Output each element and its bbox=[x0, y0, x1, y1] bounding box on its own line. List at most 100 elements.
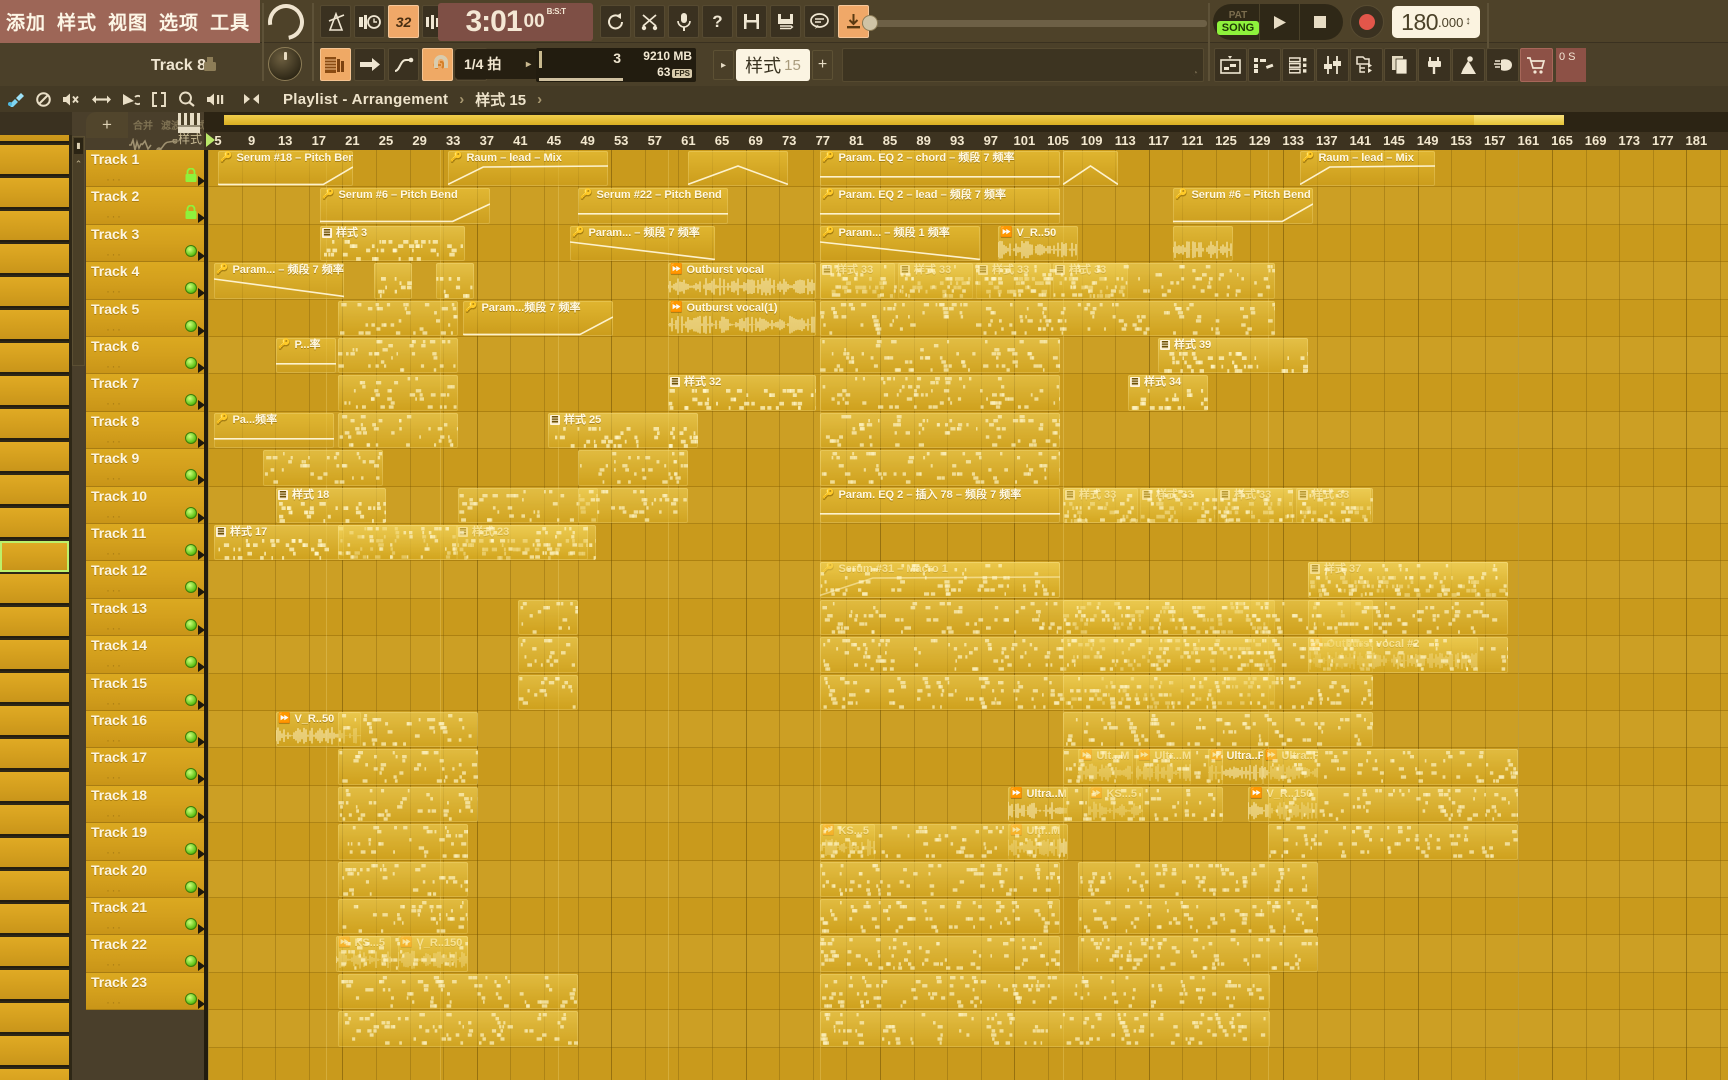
arrangement-clip[interactable]: 🔑 Pa...频率 bbox=[214, 412, 334, 449]
arrangement-clip[interactable] bbox=[1063, 674, 1373, 710]
color-strip-item[interactable] bbox=[0, 1003, 69, 1034]
arrangement-clip[interactable] bbox=[820, 300, 1275, 336]
arrangement-clip[interactable] bbox=[1268, 824, 1518, 860]
color-strip-item[interactable] bbox=[0, 1069, 69, 1080]
channel-rack-button[interactable] bbox=[1282, 48, 1315, 82]
save-as-button[interactable] bbox=[770, 5, 801, 38]
help-button[interactable]: ? bbox=[702, 5, 733, 38]
color-strip-item[interactable] bbox=[0, 211, 69, 242]
color-strip-item[interactable] bbox=[0, 475, 69, 506]
comment-button[interactable] bbox=[804, 5, 835, 38]
arrangement-clip[interactable] bbox=[1063, 151, 1118, 187]
shop-button[interactable] bbox=[1520, 48, 1553, 82]
time-display[interactable]: 3:01 00 B:S:T bbox=[438, 3, 593, 41]
arrangement-clip[interactable] bbox=[338, 824, 468, 860]
pattern-song-toggle[interactable]: PAT SONG bbox=[1217, 10, 1259, 35]
slice-tool-icon[interactable] bbox=[122, 92, 140, 107]
arrangement-clip[interactable] bbox=[458, 487, 598, 523]
arrangement-clip[interactable] bbox=[338, 786, 478, 823]
tempo-field[interactable]: 180 .000 ↕ bbox=[1392, 6, 1480, 38]
arrangement-clip[interactable] bbox=[1063, 712, 1373, 748]
save-button[interactable] bbox=[736, 5, 767, 38]
arrangement-clip[interactable] bbox=[338, 899, 468, 935]
color-strip-item[interactable] bbox=[0, 673, 69, 704]
plugin-picker-button[interactable] bbox=[1418, 48, 1451, 82]
track-header[interactable]: Track 21 ··· bbox=[86, 898, 204, 936]
track-header[interactable]: Track 8 ··· bbox=[86, 411, 204, 450]
mute-tool-icon[interactable] bbox=[62, 92, 81, 107]
playlist-window-button[interactable] bbox=[1214, 48, 1247, 82]
arrangement-clip[interactable] bbox=[820, 450, 1060, 486]
arrangement-clip[interactable] bbox=[436, 263, 474, 299]
track-lock-icon[interactable] bbox=[184, 167, 198, 183]
arrangement-clip[interactable]: ☰ 样式 17 bbox=[214, 525, 344, 561]
arrangement-clip[interactable] bbox=[820, 1011, 1270, 1047]
menu-item-add[interactable]: 添加 bbox=[6, 8, 46, 35]
color-strip-item[interactable] bbox=[0, 640, 69, 671]
arrangement-clip[interactable] bbox=[1078, 899, 1318, 935]
snap-arrow[interactable]: ▸ bbox=[526, 59, 531, 70]
track-header[interactable]: Track 17 ··· bbox=[86, 748, 204, 786]
arrangement-clip[interactable] bbox=[1268, 786, 1518, 823]
arrangement-clip[interactable]: 🔑 Raum – lead – Mix bbox=[1300, 151, 1435, 187]
pattern-prev-button[interactable]: ▸ bbox=[713, 50, 734, 80]
arrangement-clip[interactable] bbox=[1078, 936, 1318, 972]
zoom-tool-icon[interactable] bbox=[178, 91, 195, 107]
playlist-menu-icon[interactable] bbox=[243, 92, 260, 106]
arrangement-clip[interactable] bbox=[1078, 861, 1318, 897]
arrangement-clip[interactable] bbox=[688, 151, 788, 187]
timeline-ruler[interactable]: 5 9 13 17 21 25 29 33 37 41 45 49 53 57 61 65 69 73 77 81 85… bbox=[204, 132, 1728, 150]
arrangement-clip[interactable] bbox=[820, 263, 1275, 299]
timeline-selection-range-2[interactable] bbox=[1474, 115, 1564, 125]
color-strip-item[interactable] bbox=[0, 904, 69, 935]
arrangement-grid[interactable]: 🔑 Serum #18 – Pitch Bend 🔑 Raum – lead – Mi… bbox=[208, 150, 1728, 1080]
microphone-button[interactable] bbox=[668, 5, 699, 38]
arrangement-clip[interactable] bbox=[1308, 637, 1508, 673]
arrangement-clip[interactable] bbox=[338, 1011, 578, 1047]
color-strip-item[interactable] bbox=[0, 607, 69, 638]
color-strip-item[interactable] bbox=[0, 1036, 69, 1067]
menu-item-view[interactable]: 视图 bbox=[108, 8, 148, 35]
piano-roll-button[interactable] bbox=[320, 48, 351, 81]
arrangement-clip[interactable]: 🔑 Serum #22 – Pitch Bend bbox=[578, 188, 728, 224]
track-enable-led[interactable] bbox=[185, 581, 197, 594]
step-sequencer-button[interactable] bbox=[354, 48, 385, 81]
track-header[interactable]: Track 22 ··· bbox=[86, 935, 204, 973]
arrangement-clip[interactable] bbox=[338, 412, 458, 449]
color-strip-item[interactable] bbox=[0, 772, 69, 803]
arrangement-clip[interactable] bbox=[338, 712, 478, 748]
slip-tool-icon[interactable] bbox=[92, 93, 111, 106]
arrangement-clip[interactable] bbox=[1173, 225, 1233, 262]
metronome-button[interactable] bbox=[320, 5, 351, 38]
cut-tool-button[interactable] bbox=[634, 5, 665, 38]
color-strip-item[interactable] bbox=[0, 574, 69, 605]
pattern-info-field[interactable]: ◔ bbox=[842, 48, 1204, 82]
select-tool-icon[interactable] bbox=[151, 91, 167, 107]
track-header[interactable]: Track 16 ··· bbox=[86, 711, 204, 749]
track-header[interactable]: Track 2 ··· bbox=[86, 187, 204, 225]
arrangement-clip[interactable]: ⏩ Ultra..M bbox=[1008, 786, 1068, 823]
arrangement-clip[interactable]: 🔑 Param... – 频段 1 频率 bbox=[820, 225, 980, 262]
track-header[interactable]: Track 11 ··· bbox=[86, 524, 204, 562]
arrangement-clip[interactable]: ⏩ V_R..50 bbox=[998, 225, 1078, 262]
track-header[interactable]: Track 4 ··· bbox=[86, 262, 204, 300]
track-enable-led[interactable] bbox=[185, 506, 197, 519]
arrangement-clip[interactable] bbox=[1063, 786, 1223, 823]
master-pitch-slider[interactable] bbox=[862, 15, 1207, 31]
stop-button[interactable] bbox=[1299, 4, 1339, 40]
menu-item-options[interactable]: 选项 bbox=[159, 8, 199, 35]
color-strip-item[interactable] bbox=[0, 145, 69, 176]
slider-handle[interactable] bbox=[862, 15, 878, 31]
track-enable-led[interactable] bbox=[185, 843, 197, 856]
color-strip-item[interactable] bbox=[0, 310, 69, 341]
arrangement-clip[interactable]: ☰ 样式 39 bbox=[1158, 338, 1308, 374]
arrangement-clip[interactable] bbox=[338, 936, 468, 972]
track-header-list[interactable]: Track 1 ··· Track 2 ··· Track 3 ··· Track 4 ···… bbox=[86, 150, 204, 1080]
record-button[interactable] bbox=[1350, 5, 1384, 39]
arrangement-clip[interactable]: ☰ 样式 34 bbox=[1128, 375, 1208, 411]
track-color-strip-panel[interactable] bbox=[0, 112, 72, 1080]
panel-toggle-button[interactable]: ▮ bbox=[74, 138, 83, 154]
color-strip-item[interactable] bbox=[0, 871, 69, 902]
shop-counter[interactable]: 0 S bbox=[1556, 48, 1586, 82]
track-enable-led[interactable] bbox=[185, 618, 197, 631]
